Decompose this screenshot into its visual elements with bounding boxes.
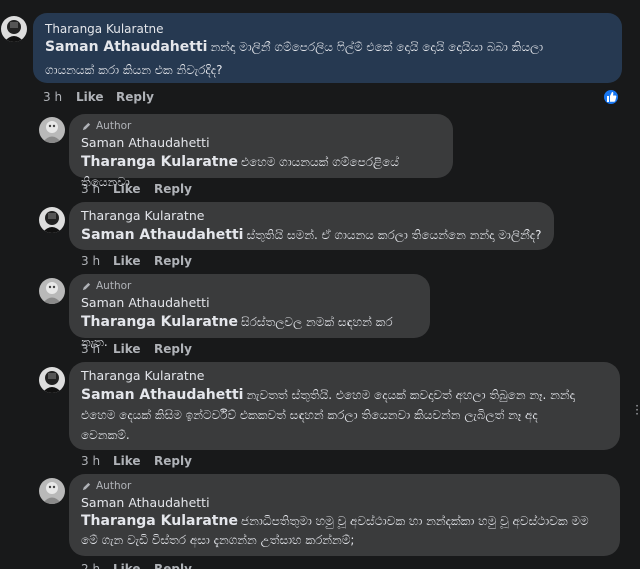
- comment-actions: 3 h Like Reply: [81, 252, 192, 270]
- timestamp[interactable]: 3 h: [81, 254, 113, 268]
- reply-button[interactable]: Reply: [154, 254, 192, 268]
- like-reaction-icon[interactable]: [602, 88, 620, 106]
- avatar[interactable]: [1, 16, 27, 42]
- comment-line: නැවතත් ස්තුතියි. එහෙම දෙයක් කවදාවත් අහලා…: [246, 388, 575, 402]
- mention-tag[interactable]: Saman Athaudahetti: [45, 39, 207, 55]
- like-button[interactable]: Like: [76, 90, 116, 104]
- like-button[interactable]: Like: [113, 254, 154, 268]
- more-options-icon[interactable]: · · ·: [635, 400, 640, 420]
- comment-bubble: Author Saman Athaudahetti Tharanga Kular…: [69, 114, 453, 189]
- like-button[interactable]: Like: [113, 454, 154, 468]
- comment-line: නන්දා මාලිනී ගම්පෙරලිය ෆිල්ම් එකේ දොයි ද…: [210, 40, 544, 54]
- author-badge-label: Author: [96, 480, 132, 492]
- timestamp[interactable]: 3 h: [81, 454, 113, 468]
- pencil-icon: [82, 282, 91, 290]
- reply-button[interactable]: Reply: [154, 562, 192, 569]
- avatar[interactable]: [39, 478, 65, 504]
- comment-bubble: Tharanga Kularatne Saman Athaudahetti ස්ත…: [69, 202, 554, 250]
- comment-author[interactable]: Tharanga Kularatne: [81, 367, 608, 385]
- reply-button[interactable]: Reply: [154, 182, 192, 196]
- timestamp[interactable]: 3 h: [81, 182, 113, 196]
- comment-bubble: Tharanga Kularatne Saman Athaudahetti නන්…: [33, 13, 622, 83]
- comment-text: Saman Athaudahetti ස්තුතියි සමන්. ඒ ගායනය…: [81, 225, 542, 245]
- author-badge: Author: [81, 280, 418, 292]
- mention-tag[interactable]: Tharanga Kularatne: [81, 513, 238, 529]
- comment-actions: 2 h Like Reply: [81, 560, 192, 569]
- author-badge-label: Author: [96, 280, 132, 292]
- timestamp[interactable]: 2 h: [81, 562, 113, 569]
- avatar[interactable]: [39, 278, 65, 304]
- author-badge: Author: [81, 120, 441, 132]
- comment-line: ස්තුතියි සමන්. ඒ ගායනය කරලා තියෙන්නෙ නන්…: [246, 228, 542, 242]
- pencil-icon: [82, 482, 91, 490]
- like-button[interactable]: Like: [113, 562, 154, 569]
- comment-actions: 3 h Like Reply: [81, 452, 192, 470]
- comment-author[interactable]: Saman Athaudahetti: [81, 134, 441, 152]
- comment-author[interactable]: Tharanga Kularatne: [81, 207, 542, 225]
- comment-author[interactable]: Saman Athaudahetti: [81, 494, 608, 512]
- author-badge: Author: [81, 480, 608, 492]
- mention-tag[interactable]: Saman Athaudahetti: [81, 387, 243, 403]
- comment-actions: 3 h Like Reply: [43, 88, 154, 106]
- like-button[interactable]: Like: [113, 342, 154, 356]
- comment-line: ගායනයක් කරා කියන එක නිවැරදිද?: [45, 63, 223, 77]
- avatar[interactable]: [39, 367, 65, 393]
- reply-button[interactable]: Reply: [154, 454, 192, 468]
- like-button[interactable]: Like: [113, 182, 154, 196]
- avatar[interactable]: [39, 117, 65, 143]
- comment-text: Saman Athaudahetti නැවතත් ස්තුතියි. එහෙම …: [81, 385, 608, 445]
- comment-actions: 3 h Like Reply: [81, 180, 192, 198]
- author-badge-label: Author: [96, 120, 132, 132]
- comment-line: ජනාධිපතිතුමා හමු වූ අවස්ථාවක හා නන්දක්කා…: [240, 514, 589, 528]
- comment-bubble: Author Saman Athaudahetti Tharanga Kular…: [69, 474, 620, 556]
- comment-actions: 3 h Like Reply: [81, 340, 192, 358]
- comment-line: එහෙම දෙයක් කිසිම ඉන්ටර්විව් එකකවත් සඳහන්…: [81, 408, 538, 422]
- pencil-icon: [82, 122, 91, 130]
- comment-bubble: Tharanga Kularatne Saman Athaudahetti නැව…: [69, 362, 620, 450]
- comment-text: Saman Athaudahetti නන්දා මාලිනී ගම්පෙරලිය…: [45, 36, 610, 82]
- reply-button[interactable]: Reply: [154, 342, 192, 356]
- comment-text: Tharanga Kularatne ජනාධිපතිතුමා හමු වූ අව…: [81, 512, 608, 550]
- comment-bubble: Author Saman Athaudahetti Tharanga Kular…: [69, 274, 430, 349]
- mention-tag[interactable]: Saman Athaudahetti: [81, 227, 243, 243]
- comment-author[interactable]: Saman Athaudahetti: [81, 294, 418, 312]
- reply-button[interactable]: Reply: [116, 90, 154, 104]
- comment-line: වෙනකම්.: [81, 428, 130, 442]
- mention-tag[interactable]: Tharanga Kularatne: [81, 154, 238, 170]
- avatar[interactable]: [39, 207, 65, 233]
- timestamp[interactable]: 3 h: [81, 342, 113, 356]
- mention-tag[interactable]: Tharanga Kularatne: [81, 314, 238, 330]
- timestamp[interactable]: 3 h: [43, 90, 76, 104]
- comment-line: මේ ගැන වැඩි විස්තර අසා දැනගන්න උත්සාහ කර…: [81, 533, 355, 547]
